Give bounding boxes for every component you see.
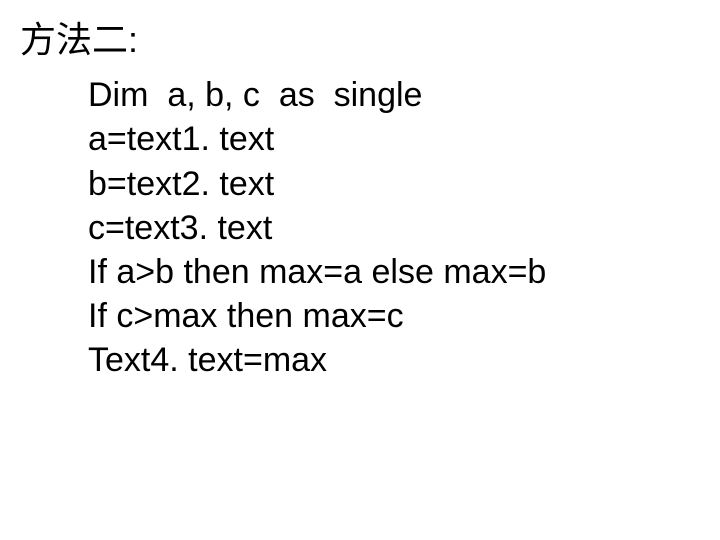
- code-line: a=text1. text: [88, 117, 700, 161]
- code-line: Dim a, b, c as single: [88, 73, 700, 117]
- code-line: Text4. text=max: [88, 338, 700, 382]
- document-container: 方法二: Dim a, b, c as single a=text1. text…: [0, 0, 720, 401]
- code-line: If a>b then max=a else max=b: [88, 250, 700, 294]
- code-line: If c>max then max=c: [88, 294, 700, 338]
- section-heading: 方法二:: [20, 18, 700, 61]
- code-block: Dim a, b, c as single a=text1. text b=te…: [88, 73, 700, 382]
- code-line: c=text3. text: [88, 206, 700, 250]
- code-line: b=text2. text: [88, 162, 700, 206]
